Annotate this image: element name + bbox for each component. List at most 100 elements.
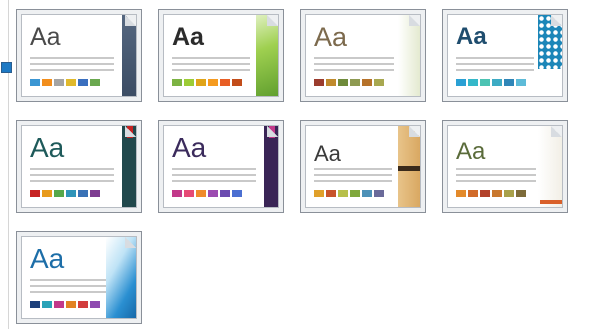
theme-color-swatches [30, 301, 100, 308]
swatch [338, 190, 348, 197]
theme-preview: Aa [21, 125, 137, 208]
theme-sample-text: Aa [456, 138, 486, 165]
theme-sample-text: Aa [30, 243, 65, 274]
theme-sample-text: Aa [172, 132, 207, 163]
theme-accent-graphic [122, 15, 136, 96]
swatch [232, 190, 242, 197]
theme-color-swatches [456, 190, 526, 197]
theme-accent-graphic [398, 15, 420, 96]
theme-accent-graphic [106, 237, 136, 318]
theme-text-line [456, 174, 536, 176]
swatch [350, 190, 360, 197]
swatch [172, 79, 182, 86]
swatch [326, 190, 336, 197]
swatch [314, 79, 324, 86]
swatch [184, 190, 194, 197]
swatch [232, 79, 242, 86]
theme-text-line [172, 57, 250, 59]
theme-thumbnail-5[interactable]: Aa [16, 120, 142, 213]
theme-preview: Aa [447, 14, 563, 97]
theme-accent-graphic [538, 126, 562, 207]
theme-accent-band [398, 166, 420, 171]
theme-text-line [30, 63, 114, 65]
swatch [338, 79, 348, 86]
theme-color-swatches [30, 79, 100, 86]
theme-sample-text: Aa [456, 23, 487, 50]
swatch [468, 190, 478, 197]
swatch [480, 190, 490, 197]
swatch [30, 79, 40, 86]
theme-text-line [314, 63, 394, 65]
theme-thumbnail-8[interactable]: Aa [442, 120, 568, 213]
swatch [54, 301, 64, 308]
swatch [78, 79, 88, 86]
gallery-scroll-handle[interactable] [1, 62, 12, 73]
theme-accent-band [540, 200, 562, 204]
theme-accent-graphic [122, 126, 136, 207]
swatch [456, 190, 466, 197]
swatch [374, 79, 384, 86]
theme-preview: Aa [305, 125, 421, 208]
swatch [66, 301, 76, 308]
theme-thumbnail-6[interactable]: Aa [158, 120, 284, 213]
theme-thumbnail-9[interactable]: Aa [16, 231, 142, 324]
theme-gallery: Aa Aa Aa Aa Aa Aa Aa Aa Aa [0, 0, 600, 329]
theme-preview: Aa [21, 236, 137, 319]
theme-thumbnail-7[interactable]: Aa [300, 120, 426, 213]
swatch [480, 79, 490, 86]
swatch [220, 79, 230, 86]
theme-color-swatches [314, 79, 384, 86]
swatch [78, 190, 88, 197]
theme-text-line [314, 180, 392, 182]
swatch [208, 79, 218, 86]
theme-text-line [456, 168, 536, 170]
theme-text-line [30, 291, 106, 293]
swatch [220, 190, 230, 197]
theme-sample-text: Aa [314, 22, 348, 52]
swatch [172, 190, 182, 197]
theme-color-swatches [172, 79, 242, 86]
theme-sample-text: Aa [30, 132, 65, 163]
theme-color-swatches [456, 79, 526, 86]
theme-preview: Aa [305, 14, 421, 97]
theme-thumbnail-4[interactable]: Aa [442, 9, 568, 102]
theme-text-line [456, 180, 536, 182]
swatch [30, 301, 40, 308]
swatch [516, 190, 526, 197]
swatch [90, 190, 100, 197]
theme-preview: Aa [163, 125, 279, 208]
swatch [456, 79, 466, 86]
swatch [42, 301, 52, 308]
theme-color-swatches [172, 190, 242, 197]
theme-text-line [30, 174, 114, 176]
theme-text-line [314, 69, 394, 71]
theme-accent-graphic [256, 15, 278, 96]
theme-sample-text: Aa [172, 23, 204, 51]
swatch [66, 190, 76, 197]
theme-text-line [456, 63, 534, 65]
swatch [362, 190, 372, 197]
theme-text-line [30, 168, 114, 170]
theme-text-line [314, 57, 394, 59]
theme-thumbnail-2[interactable]: Aa [158, 9, 284, 102]
swatch [42, 79, 52, 86]
theme-text-line [30, 285, 106, 287]
theme-sample-text: Aa [314, 141, 341, 166]
theme-thumbnail-3[interactable]: Aa [300, 9, 426, 102]
swatch [516, 79, 526, 86]
theme-text-line [172, 168, 256, 170]
theme-text-line [172, 180, 256, 182]
swatch [350, 79, 360, 86]
theme-text-line [314, 174, 392, 176]
theme-thumbnail-1[interactable]: Aa [16, 9, 142, 102]
swatch [184, 79, 194, 86]
swatch [196, 79, 206, 86]
theme-text-line [30, 57, 114, 59]
swatch [504, 190, 514, 197]
theme-color-swatches [30, 190, 100, 197]
theme-text-line [30, 69, 114, 71]
theme-text-line [172, 63, 250, 65]
swatch [90, 301, 100, 308]
theme-text-line [456, 69, 534, 71]
theme-sample-text: Aa [30, 23, 61, 51]
